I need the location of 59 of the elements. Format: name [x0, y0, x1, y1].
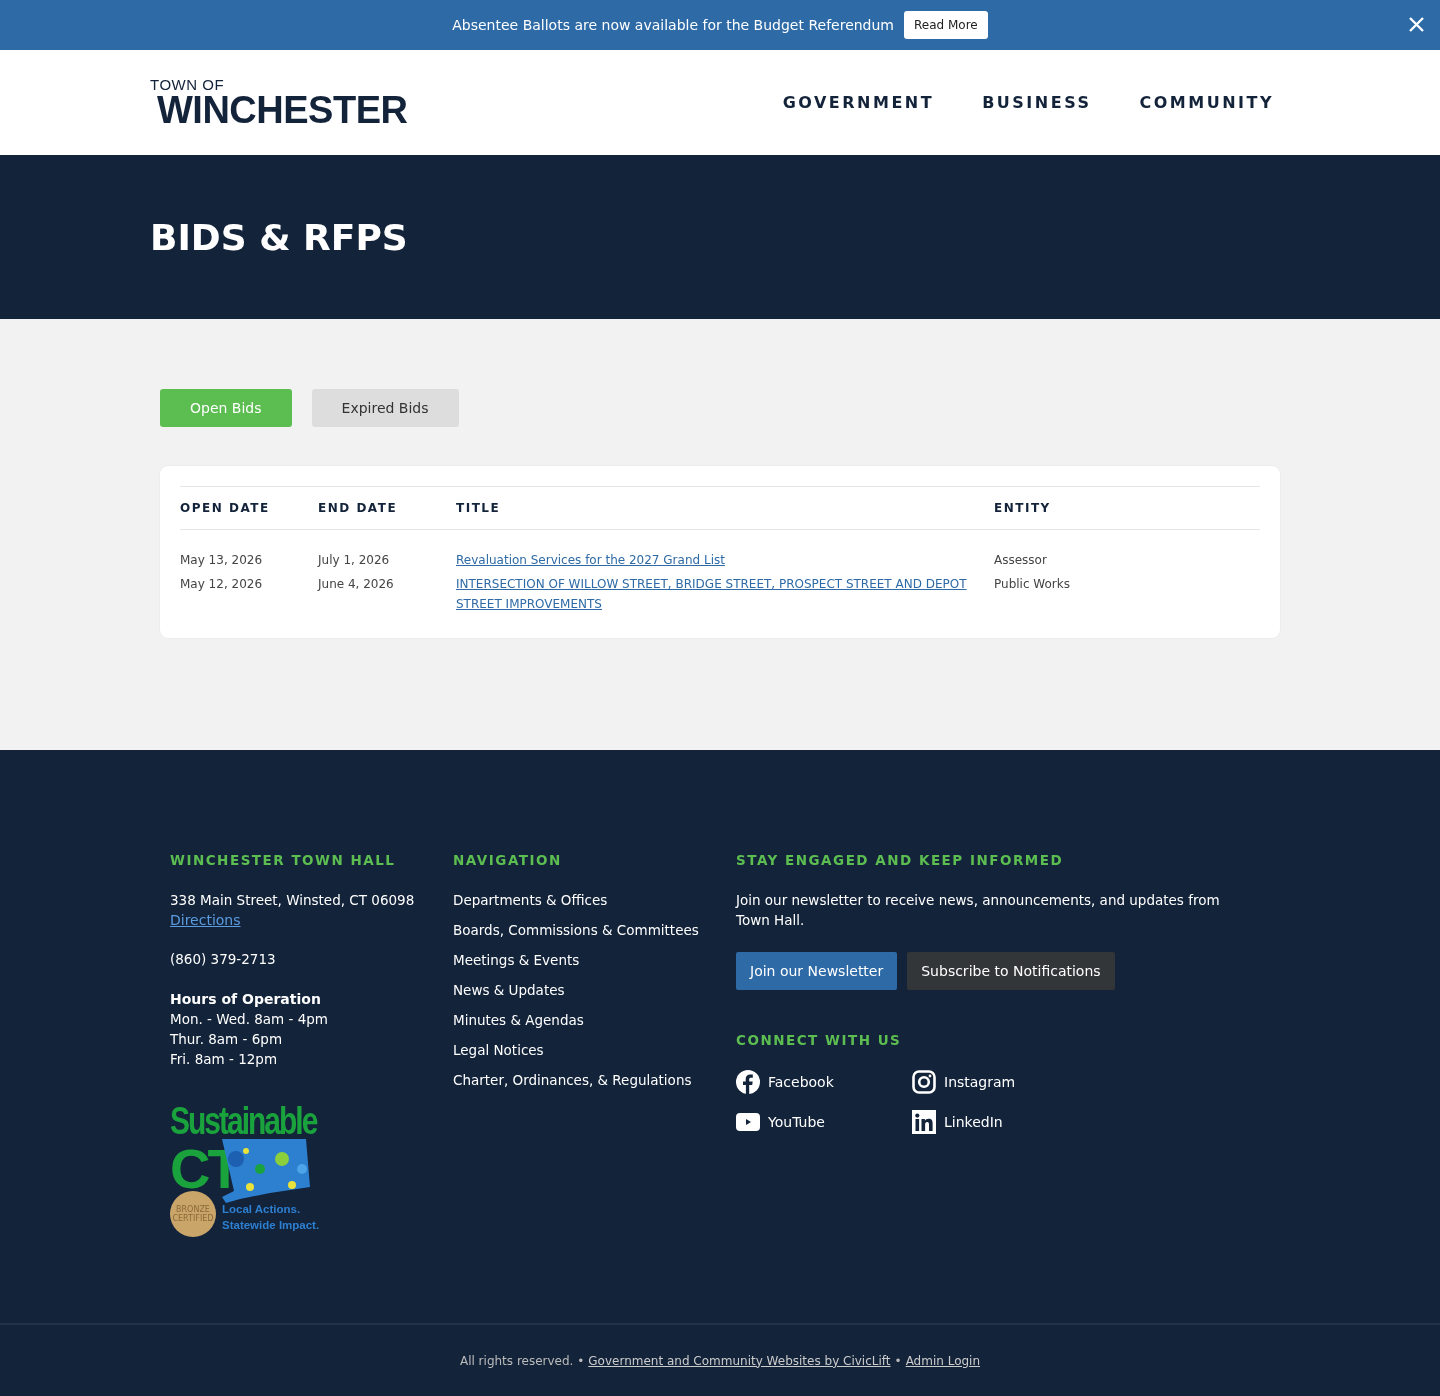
- table-cell: June 4, 2026: [318, 570, 456, 614]
- table-cell-text: Public Works: [994, 576, 1071, 593]
- linkedin-icon: [912, 1110, 936, 1134]
- social-link[interactable]: Instagram: [944, 1074, 1016, 1090]
- column-header: TITLE: [456, 486, 994, 530]
- table-cell: July 1, 2026: [318, 529, 456, 570]
- table-cell: Assessor: [994, 529, 1260, 570]
- social-link[interactable]: LinkedIn: [944, 1114, 1003, 1130]
- footer-nav-link[interactable]: Boards, Commissions & Committees: [453, 920, 736, 940]
- hours-text: Fri. 8am - 12pm: [170, 1050, 279, 1069]
- badge-title: Sustainable: [170, 1099, 317, 1144]
- footer-nav-link[interactable]: Legal Notices: [453, 1040, 736, 1060]
- footer-heading: NAVIGATION: [453, 852, 563, 868]
- hours-text: Mon. - Wed. 8am - 4pm: [170, 1010, 329, 1029]
- filter-tab[interactable]: Expired Bids: [311, 389, 459, 427]
- column-header: ENTITY: [994, 486, 1260, 530]
- hours-text: Thur. 8am - 6pm: [170, 1030, 284, 1049]
- column-header: END DATE: [318, 486, 456, 530]
- footer-nav-link[interactable]: Departments & Offices: [453, 890, 736, 910]
- footer-heading: STAY ENGAGED AND KEEP INFORMED: [736, 852, 1065, 868]
- announcement-text: Absentee Ballots are now available for the Budget Referendum: [452, 17, 894, 33]
- social-link[interactable]: Facebook: [768, 1074, 834, 1090]
- hours-heading: Hours of Operation: [170, 990, 322, 1009]
- nav-link[interactable]: GOVERNMENT: [782, 93, 935, 112]
- logo-subtitle: TOWN OF: [150, 77, 226, 92]
- badge-tagline: Local Actions.: [222, 1203, 301, 1215]
- logo-title: WINCHESTER: [157, 92, 408, 128]
- nav-link[interactable]: COMMUNITY: [1139, 93, 1274, 112]
- footer-heading: CONNECT WITH US: [736, 1032, 903, 1048]
- bid-title-link[interactable]: INTERSECTION OF WILLOW STREET, BRIDGE STREET, PROSPECT STREET AND DEPOT STREET IMPROVEMENTS: [456, 574, 972, 614]
- phone-text: (860) 379-2713: [170, 950, 277, 969]
- page-title: BIDS & RFPS: [150, 216, 408, 258]
- column-header: OPEN DATE: [180, 486, 318, 530]
- footer-nav-link[interactable]: Meetings & Events: [453, 950, 736, 970]
- footer-nav-link[interactable]: Charter, Ordinances, & Regulations: [453, 1070, 736, 1090]
- facebook-icon: [736, 1070, 760, 1094]
- close-icon[interactable]: [1409, 17, 1424, 32]
- read-more-button[interactable]: Read More: [904, 11, 988, 39]
- credit-link[interactable]: Government and Community Websites by CivicLift: [588, 1353, 891, 1368]
- table-cell: May 12, 2026: [180, 570, 318, 614]
- copyright-text: All rights reserved. •: [459, 1353, 585, 1368]
- newsletter-button[interactable]: Join our Newsletter: [736, 952, 898, 990]
- certified-seal: BRONZE CERTIFIED: [170, 1191, 216, 1237]
- separator-text: •: [894, 1353, 902, 1368]
- nav-link[interactable]: BUSINESS: [982, 93, 1092, 112]
- footer-heading: WINCHESTER TOWN HALL: [170, 852, 397, 868]
- social-link[interactable]: YouTube: [768, 1114, 825, 1130]
- directions-link[interactable]: Directions: [170, 912, 241, 928]
- footer-nav-link[interactable]: News & Updates: [453, 980, 736, 1000]
- admin-login-link[interactable]: Admin Login: [905, 1353, 981, 1368]
- footer-nav-link[interactable]: Minutes & Agendas: [453, 1010, 736, 1030]
- badge-tagline: Statewide Impact.: [222, 1219, 320, 1231]
- youtube-icon: [736, 1113, 760, 1131]
- notifications-button[interactable]: Subscribe to Notifications: [907, 952, 1115, 990]
- bid-title-link[interactable]: Revaluation Services for the 2027 Grand List: [456, 550, 972, 570]
- newsletter-text: Join our newsletter to receive news, announcements, and updates from Town Hall.: [736, 891, 1221, 930]
- address-text: 338 Main Street, Winsted, CT 06098: [170, 891, 416, 910]
- table-cell: May 13, 2026: [180, 529, 318, 570]
- instagram-icon: [912, 1070, 936, 1094]
